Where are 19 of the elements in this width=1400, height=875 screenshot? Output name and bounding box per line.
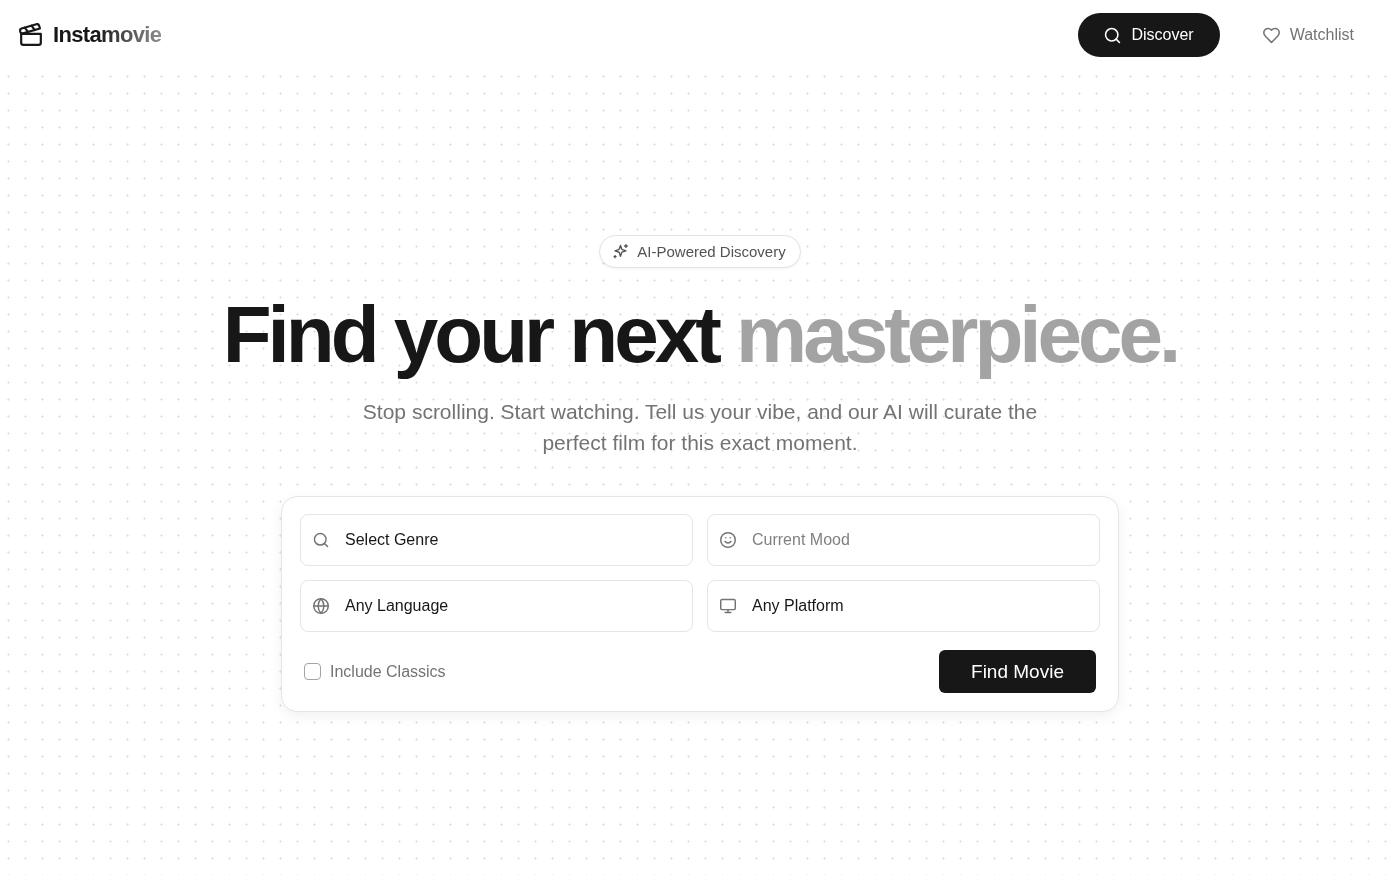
badge-text: AI-Powered Discovery xyxy=(637,243,786,260)
mood-field[interactable]: Current Mood xyxy=(707,514,1100,566)
monitor-icon xyxy=(720,598,736,614)
search-icon xyxy=(313,532,329,548)
clapperboard-icon xyxy=(19,23,43,47)
nav-link[interactable]: Watchlist xyxy=(1236,13,1380,57)
sparkles-icon xyxy=(613,244,629,259)
find-movie-button[interactable]: Find Movie xyxy=(939,650,1096,693)
globe-icon xyxy=(313,598,329,614)
search-icon xyxy=(1104,26,1122,44)
hero-subtitle: Stop scrolling. Start watching. Tell us your vibe, and our AI will curate the perfect film for this exact moment. xyxy=(361,399,1039,456)
language-field[interactable]: Any Language xyxy=(300,580,693,632)
genre-field[interactable]: Select Genre xyxy=(300,514,693,566)
platform-field[interactable]: Any Platform xyxy=(707,580,1100,632)
nav-link[interactable]: Discover xyxy=(1078,13,1220,57)
heart-icon xyxy=(1262,26,1280,44)
smiley-icon xyxy=(720,532,736,548)
classics-checkbox[interactable] xyxy=(304,663,321,680)
checkbox-label: Include Classics xyxy=(330,662,446,681)
